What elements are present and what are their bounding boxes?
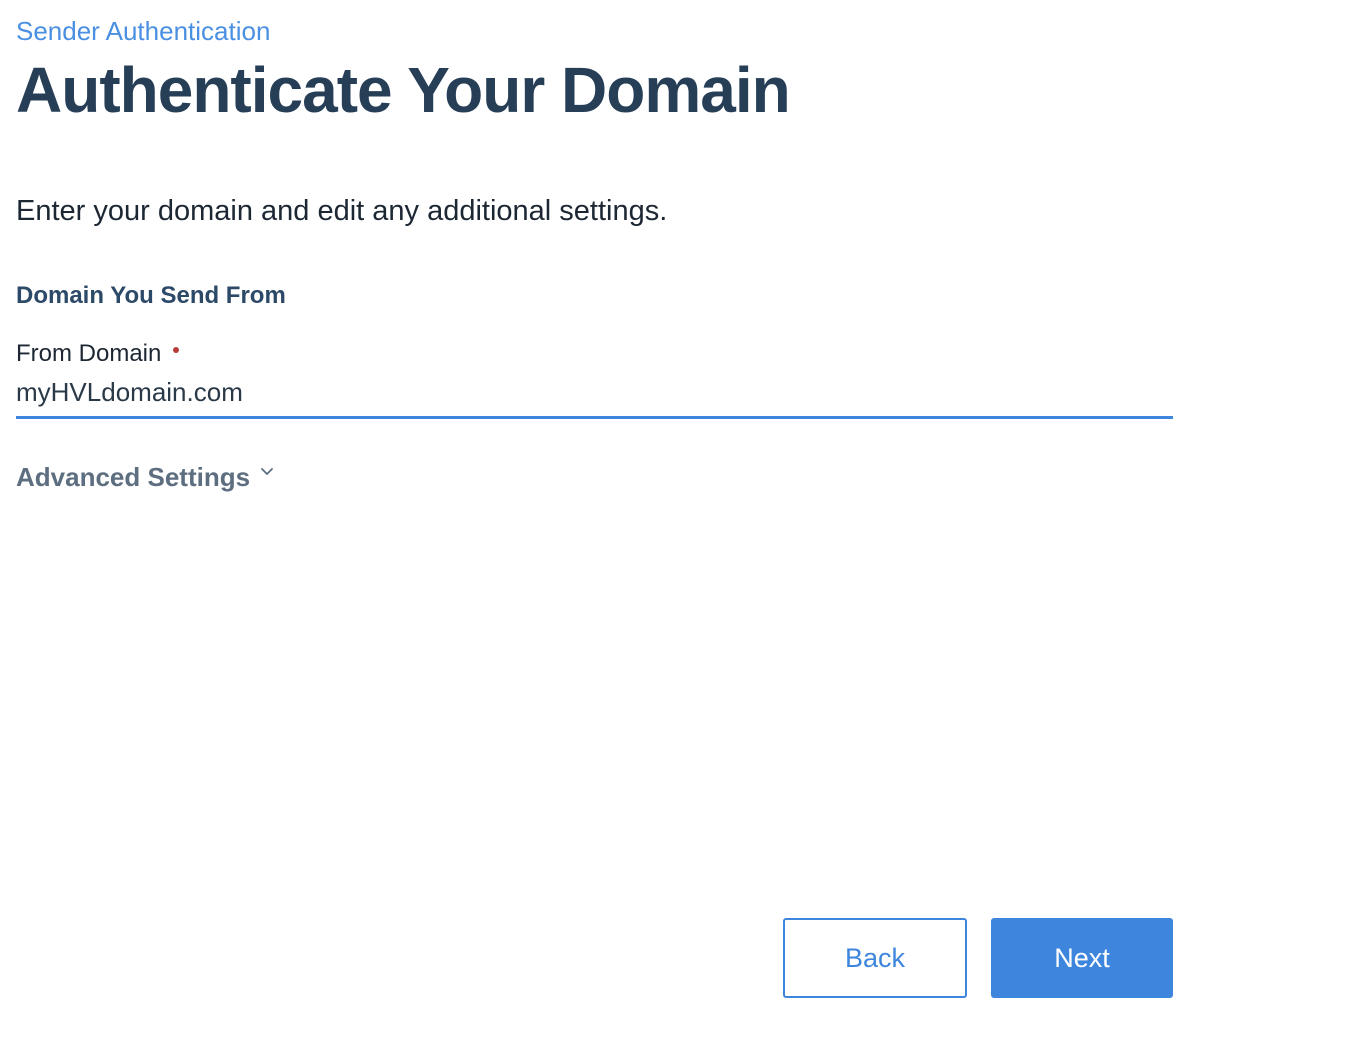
- from-domain-input[interactable]: [16, 376, 1173, 419]
- back-button[interactable]: Back: [783, 918, 967, 998]
- page-description: Enter your domain and edit any additiona…: [16, 195, 668, 227]
- next-button[interactable]: Next: [991, 918, 1173, 998]
- from-domain-label: From Domain: [16, 340, 162, 367]
- page: Sender Authentication Authenticate Your …: [0, 0, 1350, 1058]
- advanced-settings-toggle[interactable]: Advanced Settings: [16, 460, 274, 494]
- from-domain-field: From Domain: [16, 338, 1173, 419]
- from-domain-label-row: From Domain: [16, 338, 1173, 370]
- advanced-settings-label: Advanced Settings: [16, 462, 251, 492]
- breadcrumb-sender-authentication[interactable]: Sender Authentication: [16, 15, 270, 47]
- page-title: Authenticate Your Domain: [16, 54, 791, 126]
- required-indicator-icon: [173, 347, 180, 353]
- section-heading-domain: Domain You Send From: [16, 282, 286, 309]
- chevron-down-icon: [261, 468, 273, 475]
